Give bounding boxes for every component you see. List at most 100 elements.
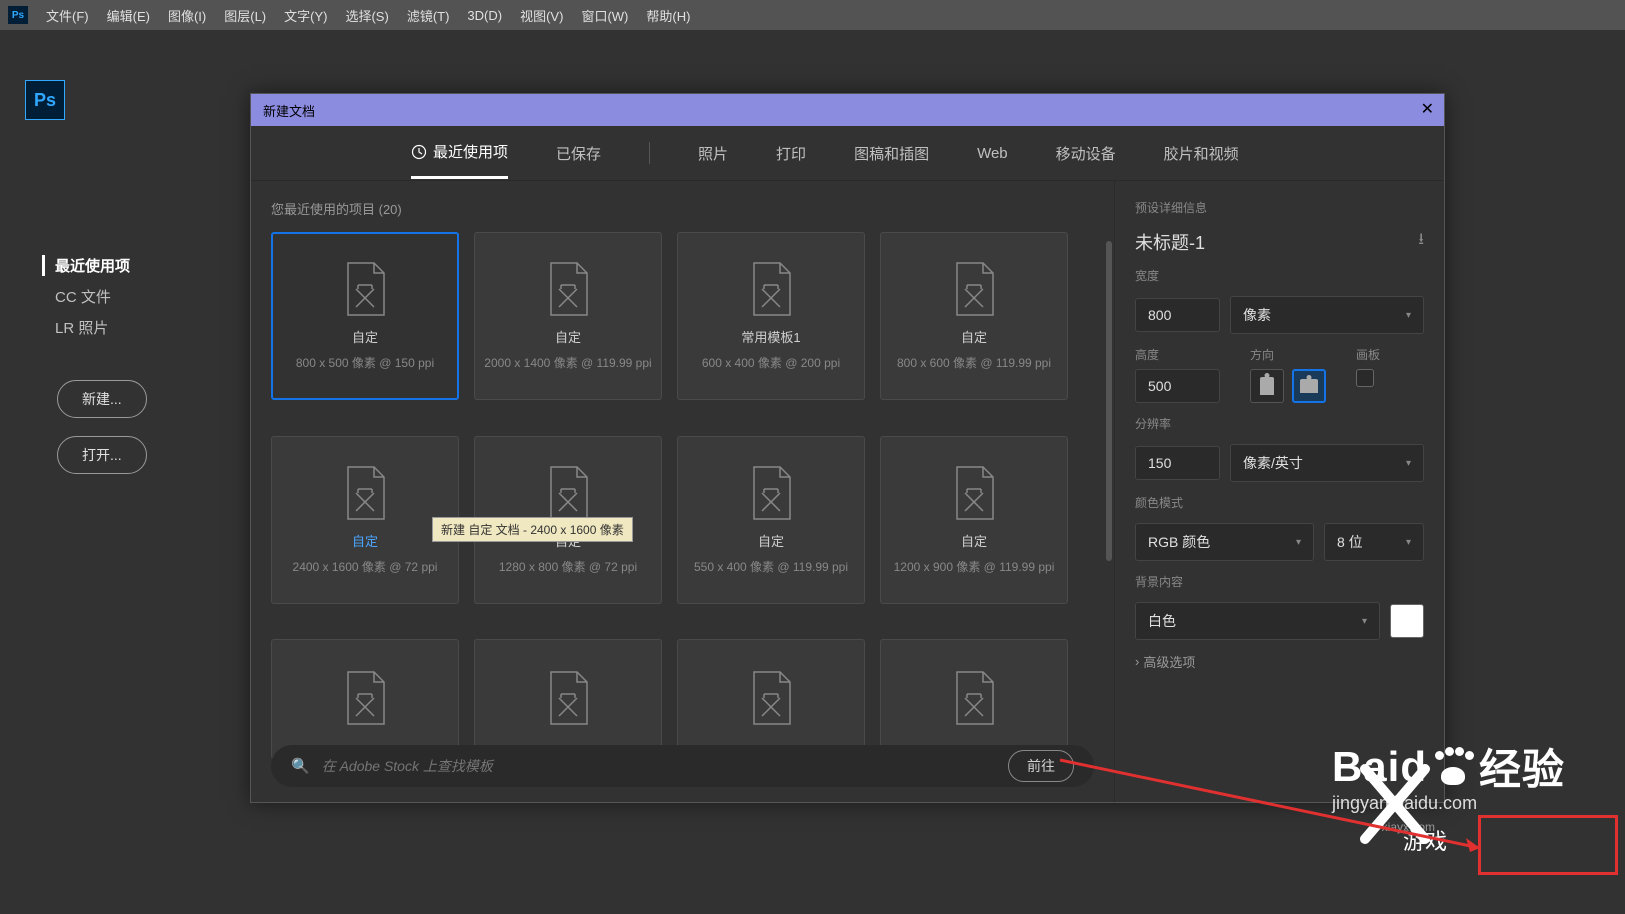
menu-3d[interactable]: 3D(D) — [467, 8, 502, 23]
chevron-down-icon: ▾ — [1296, 537, 1301, 548]
document-icon — [545, 465, 591, 523]
tab-photo[interactable]: 照片 — [698, 129, 728, 178]
color-mode-select[interactable]: RGB 颜色▾ — [1135, 523, 1314, 561]
preset-item[interactable]: 常用模板1 600 x 400 像素 @ 200 ppi — [677, 232, 865, 400]
menu-type[interactable]: 文字(Y) — [284, 6, 327, 25]
menu-image[interactable]: 图像(I) — [168, 6, 206, 25]
menu-layer[interactable]: 图层(L) — [224, 6, 266, 25]
orientation-label: 方向 — [1250, 346, 1326, 363]
width-input[interactable] — [1135, 298, 1220, 332]
start-buttons: 新建... 打开... — [57, 380, 147, 474]
open-button[interactable]: 打开... — [57, 436, 147, 474]
document-icon — [748, 465, 794, 523]
preset-item[interactable] — [880, 639, 1068, 759]
artboard-label: 画板 — [1356, 346, 1380, 363]
go-button[interactable]: 前往 — [1008, 750, 1074, 782]
preset-name: 自定 — [758, 531, 784, 550]
chevron-down-icon: ▾ — [1406, 537, 1411, 548]
bit-depth-value: 8 位 — [1337, 532, 1363, 552]
tab-art[interactable]: 图稿和插图 — [854, 129, 929, 178]
preset-name: 自定 — [555, 327, 581, 346]
preset-details-panel: 预设详细信息 未标题-1 ⭳ 宽度 像素▾ 高度 方向 — [1114, 181, 1444, 802]
preset-name: 常用模板1 — [741, 327, 800, 346]
resolution-input[interactable] — [1135, 446, 1220, 480]
preset-grid: 自定800 x 500 像素 @ 150 ppi自定2000 x 1400 像素… — [271, 232, 1094, 790]
chevron-down-icon: ▾ — [1406, 458, 1411, 469]
preset-name: 自定 — [961, 327, 987, 346]
menu-file[interactable]: 文件(F) — [46, 6, 89, 25]
unit-value: 像素 — [1243, 305, 1271, 325]
search-icon: 🔍 — [291, 757, 310, 775]
orientation-landscape[interactable] — [1292, 369, 1326, 403]
resolution-unit-select[interactable]: 像素/英寸▾ — [1230, 444, 1424, 482]
chevron-right-icon: › — [1135, 654, 1139, 669]
tab-saved[interactable]: 已保存 — [556, 129, 601, 178]
tab-label: 最近使用项 — [433, 141, 508, 162]
preset-item[interactable] — [474, 639, 662, 759]
sidebar-cc-files[interactable]: CC 文件 — [55, 286, 130, 307]
tab-mobile[interactable]: 移动设备 — [1056, 129, 1116, 178]
sidebar-recent[interactable]: 最近使用项 — [42, 255, 130, 276]
stock-search: 🔍 前往 — [271, 745, 1094, 787]
preset-item[interactable]: 自定2000 x 1400 像素 @ 119.99 ppi — [474, 232, 662, 400]
document-icon — [545, 261, 591, 319]
background-select[interactable]: 白色▾ — [1135, 602, 1380, 640]
recent-count-label: 您最近使用的项目 (20) — [271, 199, 1094, 218]
preset-item[interactable]: 自定550 x 400 像素 @ 119.99 ppi — [677, 436, 865, 604]
tab-print[interactable]: 打印 — [776, 129, 806, 178]
chevron-down-icon: ▾ — [1406, 310, 1411, 321]
menu-filter[interactable]: 滤镜(T) — [407, 6, 450, 25]
background-swatch[interactable] — [1390, 604, 1424, 638]
document-icon — [342, 261, 388, 319]
orientation-portrait[interactable] — [1250, 369, 1284, 403]
preset-info: 1200 x 900 像素 @ 119.99 ppi — [894, 558, 1055, 575]
advanced-label: 高级选项 — [1143, 652, 1195, 671]
preset-item[interactable]: 自定 800 x 600 像素 @ 119.99 ppi — [880, 232, 1068, 400]
preset-info: 800 x 600 像素 @ 119.99 ppi — [897, 354, 1051, 371]
advanced-toggle[interactable]: › 高级选项 — [1135, 652, 1424, 671]
close-icon[interactable]: ✕ — [1421, 99, 1434, 119]
preset-name: 自定 — [352, 327, 378, 346]
scrollbar[interactable] — [1106, 241, 1112, 561]
preset-item[interactable]: 自定2400 x 1600 像素 @ 72 ppi新建 自定 文档 - 2400… — [271, 436, 459, 604]
preset-item[interactable] — [271, 639, 459, 759]
tab-film[interactable]: 胶片和视频 — [1164, 129, 1239, 178]
artboard-checkbox[interactable] — [1356, 369, 1374, 387]
menubar: Ps 文件(F) 编辑(E) 图像(I) 图层(L) 文字(Y) 选择(S) 滤… — [0, 0, 1625, 30]
stock-search-input[interactable] — [322, 758, 996, 774]
resolution-label: 分辨率 — [1135, 415, 1424, 432]
tab-recent[interactable]: 最近使用项 — [411, 127, 508, 179]
preset-item[interactable]: 自定 1200 x 900 像素 @ 119.99 ppi — [880, 436, 1068, 604]
ps-icon: Ps — [8, 6, 28, 24]
menu-help[interactable]: 帮助(H) — [646, 6, 690, 25]
height-label: 高度 — [1135, 346, 1220, 363]
menu-edit[interactable]: 编辑(E) — [107, 6, 150, 25]
menu-view[interactable]: 视图(V) — [520, 6, 563, 25]
separator — [649, 142, 650, 164]
preset-item[interactable] — [677, 639, 865, 759]
background-label: 背景内容 — [1135, 573, 1424, 590]
height-input[interactable] — [1135, 369, 1220, 403]
new-button[interactable]: 新建... — [57, 380, 147, 418]
preset-item[interactable]: 自定800 x 500 像素 @ 150 ppi — [271, 232, 459, 400]
document-name[interactable]: 未标题-1 — [1135, 229, 1205, 255]
presets-panel: 您最近使用的项目 (20) 自定800 x 500 像素 @ 150 ppi自定… — [251, 181, 1114, 802]
menu-select[interactable]: 选择(S) — [345, 6, 388, 25]
download-icon[interactable]: ⭳ — [1418, 228, 1424, 255]
preset-info: 600 x 400 像素 @ 200 ppi — [702, 354, 840, 371]
preset-info: 1280 x 800 像素 @ 72 ppi — [499, 558, 637, 575]
document-icon — [951, 465, 997, 523]
bit-depth-select[interactable]: 8 位 ▾ — [1324, 523, 1424, 561]
document-icon — [748, 670, 794, 728]
width-label: 宽度 — [1135, 267, 1424, 284]
preset-name: 自定 — [961, 531, 987, 550]
menu-window[interactable]: 窗口(W) — [581, 6, 628, 25]
tab-web[interactable]: Web — [977, 131, 1008, 176]
document-icon — [748, 261, 794, 319]
tooltip: 新建 自定 文档 - 2400 x 1600 像素 — [432, 517, 633, 542]
sidebar-lr-photos[interactable]: LR 照片 — [55, 317, 130, 338]
new-document-dialog: 新建文档 ✕ 最近使用项 已保存 照片 打印 图稿和插图 Web 移动设备 胶片… — [250, 93, 1445, 803]
dialog-titlebar[interactable]: 新建文档 ✕ — [251, 94, 1444, 126]
unit-select[interactable]: 像素 ▾ — [1230, 296, 1424, 334]
document-icon — [342, 465, 388, 523]
